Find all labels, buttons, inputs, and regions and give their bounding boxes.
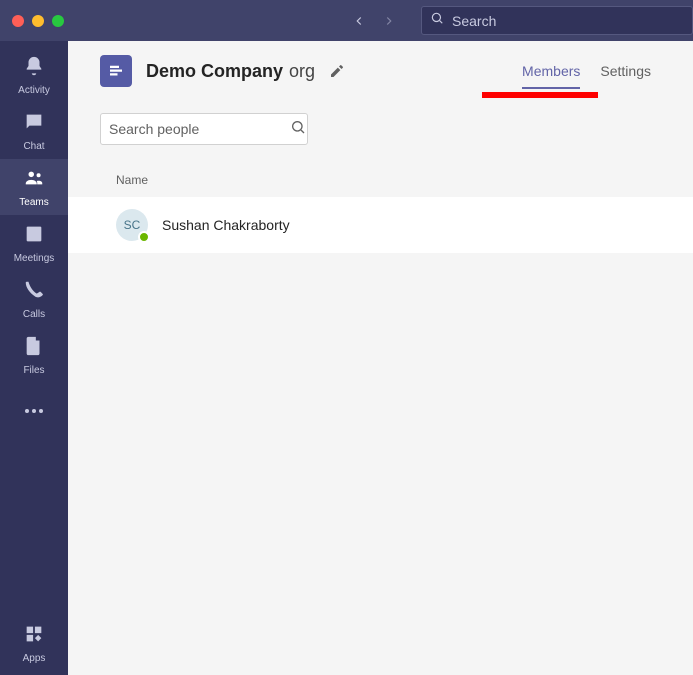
rail-label: Teams bbox=[19, 197, 48, 208]
apps-icon bbox=[23, 623, 45, 650]
org-name-bold: Demo Company bbox=[146, 61, 283, 82]
tab-settings[interactable]: Settings bbox=[590, 41, 661, 101]
global-search-input[interactable] bbox=[452, 13, 684, 29]
calendar-icon bbox=[23, 223, 45, 250]
member-row[interactable]: SC Sushan Chakraborty bbox=[68, 197, 693, 253]
rail-label: Files bbox=[23, 365, 44, 376]
org-badge-icon bbox=[100, 55, 132, 87]
tab-label: Members bbox=[522, 63, 580, 79]
avatar-initials: SC bbox=[124, 218, 141, 232]
minimize-window-button[interactable] bbox=[32, 15, 44, 27]
close-window-button[interactable] bbox=[12, 15, 24, 27]
presence-available-icon bbox=[138, 231, 150, 243]
title-bar bbox=[0, 0, 693, 41]
rail-more[interactable] bbox=[0, 383, 68, 439]
chat-icon bbox=[23, 111, 45, 138]
rail-label: Activity bbox=[18, 85, 50, 96]
tabs: Members Settings bbox=[512, 41, 661, 101]
maximize-window-button[interactable] bbox=[52, 15, 64, 27]
org-header: Demo Company org Members Settings bbox=[68, 41, 693, 101]
rail-label: Apps bbox=[23, 653, 46, 664]
window-controls bbox=[0, 15, 64, 27]
rail-label: Calls bbox=[23, 309, 45, 320]
content-area: Demo Company org Members Settings bbox=[68, 41, 693, 675]
table-header: Name bbox=[68, 145, 693, 197]
rail-activity[interactable]: Activity bbox=[0, 47, 68, 103]
file-icon bbox=[23, 335, 45, 362]
rail-label: Meetings bbox=[14, 253, 55, 264]
rail-chat[interactable]: Chat bbox=[0, 103, 68, 159]
org-title: Demo Company org bbox=[146, 61, 315, 82]
search-icon bbox=[430, 11, 444, 30]
app-rail: Activity Chat Teams Meetings Calls bbox=[0, 41, 68, 675]
ellipsis-icon bbox=[25, 409, 43, 413]
tab-label: Settings bbox=[600, 63, 651, 79]
forward-button[interactable] bbox=[379, 11, 399, 31]
member-name: Sushan Chakraborty bbox=[162, 217, 290, 233]
rail-files[interactable]: Files bbox=[0, 327, 68, 383]
edit-icon[interactable] bbox=[329, 63, 345, 79]
org-name-suffix: org bbox=[289, 61, 315, 82]
search-icon bbox=[290, 119, 306, 140]
rail-meetings[interactable]: Meetings bbox=[0, 215, 68, 271]
bell-icon bbox=[23, 55, 45, 82]
rail-teams[interactable]: Teams bbox=[0, 159, 68, 215]
teams-icon bbox=[23, 167, 45, 194]
global-search[interactable] bbox=[421, 6, 693, 35]
avatar: SC bbox=[116, 209, 148, 241]
phone-icon bbox=[23, 279, 45, 306]
search-people-input[interactable] bbox=[109, 121, 290, 137]
rail-apps[interactable]: Apps bbox=[0, 615, 68, 671]
search-people[interactable] bbox=[100, 113, 308, 145]
back-button[interactable] bbox=[349, 11, 369, 31]
highlight-annotation bbox=[482, 92, 598, 98]
history-nav bbox=[349, 11, 399, 31]
rail-label: Chat bbox=[23, 141, 44, 152]
col-name-header: Name bbox=[116, 173, 148, 187]
rail-calls[interactable]: Calls bbox=[0, 271, 68, 327]
